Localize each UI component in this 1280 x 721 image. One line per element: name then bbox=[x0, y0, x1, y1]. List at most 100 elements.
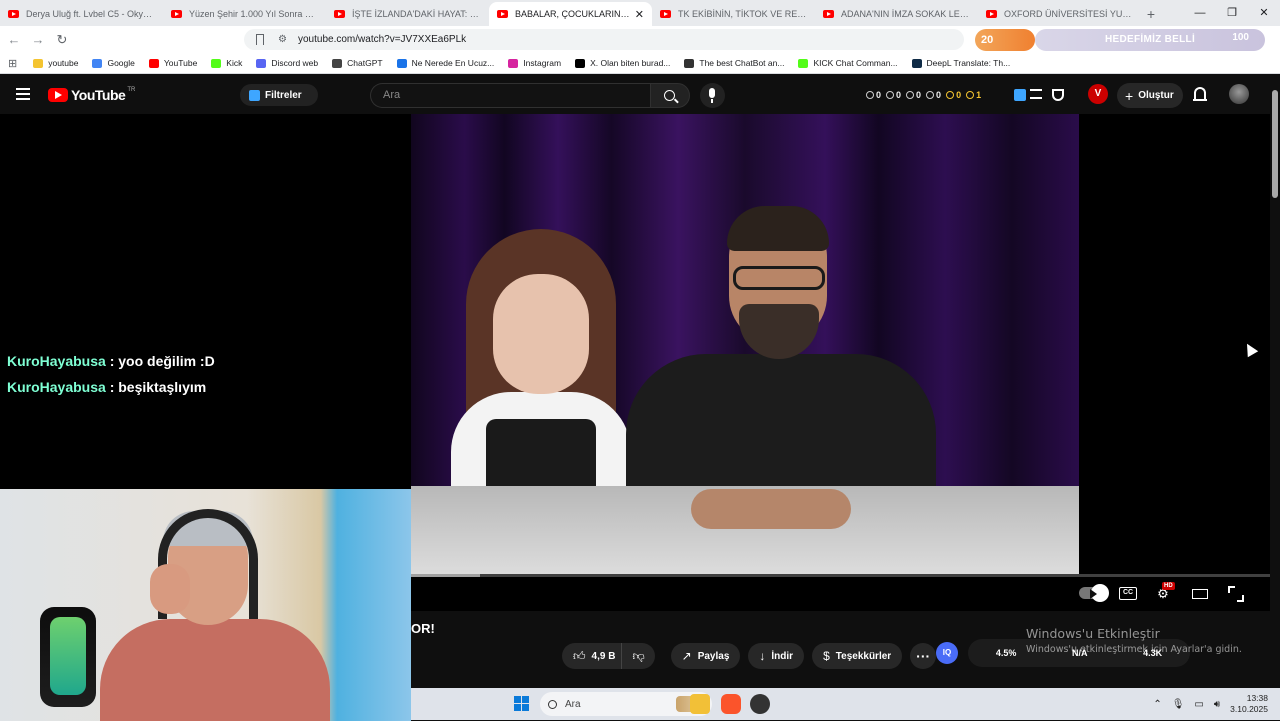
notifications-bell-icon[interactable] bbox=[1193, 87, 1207, 101]
search-input[interactable]: Ara bbox=[370, 83, 650, 108]
deepl-icon bbox=[911, 58, 922, 68]
youtube-favicon-icon bbox=[497, 10, 508, 18]
filter-extension-icon bbox=[249, 89, 260, 101]
dislike-button[interactable]: 👎︎ bbox=[621, 643, 655, 669]
extension-counters: 0 0 0 0 0 1 bbox=[866, 85, 986, 105]
page-scrollbar[interactable] bbox=[1270, 76, 1280, 720]
browser-tab-active[interactable]: BABALAR, ÇOCUKLARININ TİKTOK... ✕ bbox=[489, 2, 652, 26]
share-button[interactable]: ↗ Paylaş bbox=[670, 643, 741, 669]
app-icon[interactable] bbox=[750, 694, 770, 714]
browser-tab[interactable]: TK EKİBİNİN, TİKTOK VE REELS VİDEO... bbox=[652, 2, 815, 26]
windows-start-icon[interactable] bbox=[514, 696, 530, 712]
bookmark-item[interactable]: The best ChatBot an... bbox=[684, 58, 784, 68]
browser-tab[interactable]: İŞTE İZLANDA'DAKİ HAYAT: Dünyanın ... bbox=[326, 2, 489, 26]
brave-browser-icon[interactable] bbox=[721, 694, 741, 714]
check-badge-icon bbox=[396, 58, 407, 68]
tab-title: BABALAR, ÇOCUKLARININ TİKTOK... bbox=[515, 9, 631, 19]
settings-gear-icon[interactable]: ⚙ HD bbox=[1154, 582, 1175, 601]
youtube-icon bbox=[148, 58, 159, 68]
bookmark-item[interactable]: Ne Nerede En Ucuz... bbox=[396, 58, 494, 68]
browser-tab[interactable]: Yüzen Şehir 1.000 Yıl Sonra HALA Ne... bbox=[163, 2, 326, 26]
activation-subtitle: Windows'u etkinleştirmek için Ayarlar'a … bbox=[1026, 644, 1242, 655]
youtube-logo[interactable]: YouTube TR bbox=[48, 87, 135, 103]
taskbar-search[interactable]: Ara bbox=[540, 692, 712, 716]
chat-message: KuroHayabusa : beşiktaşlıyım bbox=[7, 379, 207, 395]
browser-tab[interactable]: ADANA'NIN İMZA SOKAK LEZZETLERİ... bbox=[815, 2, 978, 26]
reload-icon[interactable]: ↻ bbox=[52, 32, 72, 48]
back-arrow-icon[interactable]: ← bbox=[4, 32, 24, 47]
extension-icon[interactable] bbox=[1014, 89, 1026, 101]
video-title: OR! bbox=[411, 621, 435, 636]
scrollbar-thumb[interactable] bbox=[1272, 90, 1278, 198]
search-icon bbox=[548, 699, 557, 709]
microphone-tray-icon[interactable]: 🎙︎ bbox=[1172, 699, 1185, 710]
eye-icon bbox=[886, 91, 895, 99]
browser-tab-strip: Derya Uluğ ft. Lvbel C5 - Okyanus X ... … bbox=[0, 0, 1280, 26]
goal-number: 100 bbox=[1232, 32, 1249, 43]
close-window-icon[interactable]: ✕ bbox=[1248, 0, 1280, 26]
file-explorer-icon[interactable] bbox=[690, 694, 710, 714]
bookmark-item[interactable]: Discord web bbox=[256, 58, 318, 68]
minimize-icon[interactable]: — bbox=[1184, 0, 1216, 26]
bookmark-item[interactable]: KICK Chat Comman... bbox=[798, 58, 898, 68]
bookmark-item[interactable]: YouTube bbox=[148, 58, 197, 68]
v-extension-button[interactable]: V bbox=[1088, 84, 1108, 104]
bookmark-item[interactable]: Google bbox=[92, 58, 135, 68]
search-button[interactable] bbox=[650, 83, 690, 108]
like-button[interactable]: 👍︎ 4,9 B bbox=[562, 643, 622, 669]
clock-icon bbox=[866, 91, 874, 99]
bookmark-item[interactable]: Kick bbox=[211, 58, 242, 68]
iq-logo-icon[interactable]: IQ bbox=[936, 642, 958, 664]
bookmark-item[interactable]: Instagram bbox=[508, 58, 561, 68]
share-icon: ↗ bbox=[681, 649, 692, 663]
thanks-button[interactable]: $ Teşekkürler bbox=[812, 643, 903, 669]
address-bar-row: ← → ↻ ⚙ youtube.com/watch?v=JV7XXEa6PLk … bbox=[0, 26, 1280, 53]
bookmark-item[interactable]: ChatGPT bbox=[332, 58, 383, 68]
play-icon[interactable] bbox=[1090, 589, 1097, 599]
eye-icon bbox=[906, 91, 915, 99]
url-field[interactable]: ⚙ youtube.com/watch?v=JV7XXEa6PLk bbox=[244, 29, 964, 50]
filters-button[interactable]: Filtreler bbox=[240, 84, 318, 106]
site-info-icon[interactable]: ⚙ bbox=[278, 34, 290, 45]
download-icon: ↓ bbox=[759, 649, 766, 663]
menu-icon[interactable] bbox=[16, 88, 30, 100]
theater-mode-icon[interactable] bbox=[1192, 589, 1208, 599]
video-person-man-hair bbox=[727, 206, 829, 251]
new-tab-button[interactable]: + bbox=[1141, 2, 1161, 26]
clock[interactable]: 13:38 3.10.2025 bbox=[1230, 693, 1280, 715]
counter: 0 bbox=[946, 90, 961, 100]
progress-bar[interactable] bbox=[411, 574, 1270, 577]
voice-search-icon[interactable] bbox=[700, 83, 725, 108]
close-tab-icon[interactable]: ✕ bbox=[635, 8, 644, 21]
youtube-favicon-icon bbox=[823, 10, 834, 18]
playlist-icon[interactable] bbox=[1030, 89, 1042, 99]
volume-icon[interactable]: 🔊︎ bbox=[1214, 699, 1220, 710]
bookmark-icon[interactable] bbox=[256, 34, 264, 45]
apps-grid-icon[interactable]: ⊞ bbox=[8, 57, 17, 70]
download-button[interactable]: ↓ İndir bbox=[748, 643, 805, 669]
subtitles-button[interactable]: CC bbox=[1119, 587, 1137, 600]
url-text: youtube.com/watch?v=JV7XXEa6PLk bbox=[298, 34, 467, 45]
tab-title: Derya Uluğ ft. Lvbel C5 - Okyanus X ... bbox=[26, 9, 155, 19]
avatar[interactable] bbox=[1229, 84, 1249, 104]
thumbs-up-icon: 👍︎ bbox=[573, 648, 586, 663]
network-icon[interactable]: ▭ bbox=[1194, 699, 1203, 710]
restore-icon[interactable]: ❐ bbox=[1216, 0, 1248, 26]
instagram-icon bbox=[508, 58, 519, 68]
browser-tab[interactable]: OXFORD ÜNİVERSİTESİ YURT ODASI... bbox=[978, 2, 1141, 26]
chevron-up-icon[interactable]: ⌃ bbox=[1153, 699, 1161, 710]
bookmark-item[interactable]: DeepL Translate: Th... bbox=[911, 58, 1010, 68]
bookmarks-bar: ⊞ youtube Google YouTube Kick Discord we… bbox=[0, 53, 1280, 74]
extension-goal-badge[interactable]: 20 HEDEFİMİZ BELLİ 100 bbox=[975, 27, 1265, 52]
create-button[interactable]: + Oluştur bbox=[1117, 83, 1183, 108]
browser-tab[interactable]: Derya Uluğ ft. Lvbel C5 - Okyanus X ... bbox=[0, 2, 163, 26]
video-frame[interactable] bbox=[411, 114, 1079, 574]
bookmark-item[interactable]: X. Olan biten burad... bbox=[575, 58, 670, 68]
trophy-icon[interactable] bbox=[1052, 89, 1064, 101]
goal-count: 20 bbox=[975, 28, 1035, 51]
fullscreen-icon[interactable] bbox=[1228, 586, 1244, 602]
forward-arrow-icon[interactable]: → bbox=[28, 32, 48, 47]
bookmark-item[interactable]: youtube bbox=[33, 58, 78, 68]
counter: 0 bbox=[906, 90, 921, 100]
chatbot-icon bbox=[684, 58, 695, 68]
